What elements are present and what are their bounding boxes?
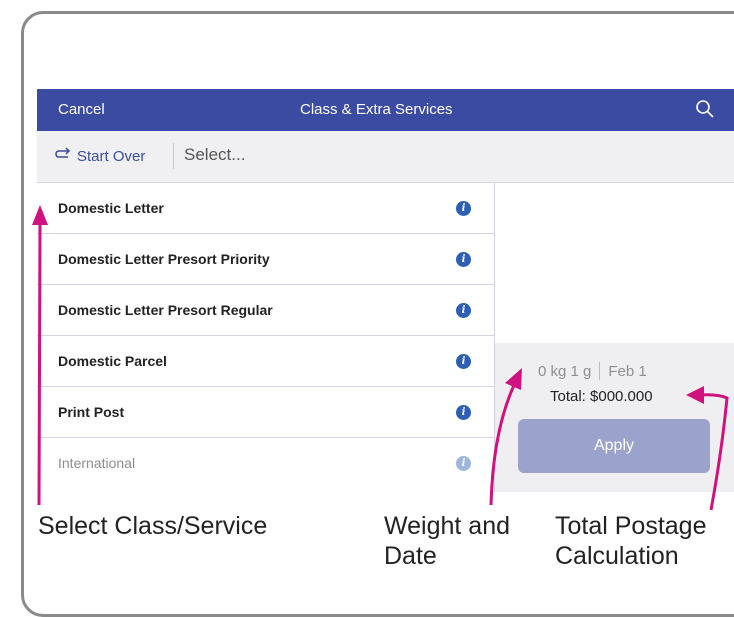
arrow-total-postage	[699, 393, 729, 511]
arrow-weight-date	[489, 382, 517, 506]
arrowhead	[505, 368, 522, 390]
arrowhead	[32, 205, 48, 225]
annotation-arrows	[32, 205, 729, 511]
arrow-select-class	[37, 221, 42, 506]
arrowhead	[686, 386, 704, 404]
